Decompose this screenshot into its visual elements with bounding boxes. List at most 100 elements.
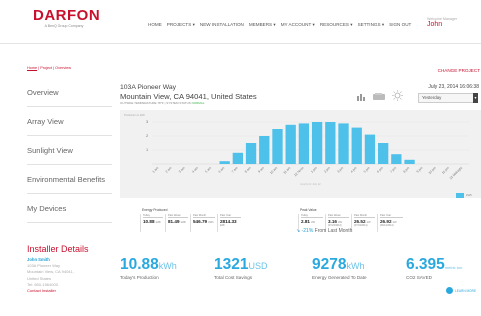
chevron-down-icon[interactable]: ▾ xyxy=(473,93,478,103)
chart-bar xyxy=(219,161,230,164)
energy-today-cell: Today 10.88 kWh xyxy=(140,214,163,232)
stat-unit: kWh xyxy=(346,261,365,271)
installer-title: Installer Details xyxy=(27,244,89,254)
metric-number: 2.81 xyxy=(301,219,310,224)
energy-month-cell: Past Month 546.79 kWh xyxy=(190,214,215,232)
sidebar-item-overview[interactable]: Overview xyxy=(27,78,112,107)
breadcrumb-home[interactable]: Home xyxy=(27,66,37,70)
stat-label: Energy Generated To Date xyxy=(312,275,367,280)
x-tick-label: 11 am xyxy=(282,166,291,175)
x-tick-label: 3 pm xyxy=(336,166,344,174)
logo-wordmark: DARFON xyxy=(33,7,101,24)
stat-number: 9278 xyxy=(312,256,347,273)
trend-arrow-icon: ↘ xyxy=(296,228,301,234)
chart-bar xyxy=(404,159,415,164)
nav-projects[interactable]: PROJECTS ▾ xyxy=(167,22,195,28)
site-address-line1: 103A Pioneer Way xyxy=(120,84,177,91)
current-date: July 23, 2014 16:06:38 xyxy=(428,84,479,90)
metric-caption: Past Year xyxy=(380,214,403,218)
sun-icon[interactable] xyxy=(392,90,403,101)
x-tick-label: 3 am xyxy=(178,166,186,174)
stat-todays-production: 10.88kWh Today's Production xyxy=(120,256,177,280)
metric-caption: Today xyxy=(301,214,323,218)
metric-date: (07/04/2014) xyxy=(354,224,368,227)
metric-number: 10.88 xyxy=(143,219,155,224)
contact-installer-link[interactable]: Contact Installer xyxy=(27,288,117,294)
chart-bar xyxy=(311,122,323,164)
learn-more-button[interactable]: LEARN MORE xyxy=(446,287,476,294)
x-tick-label: 5 am xyxy=(204,166,212,174)
learn-more-label: LEARN MORE xyxy=(455,288,477,293)
metric-value: 2.81 kW xyxy=(301,219,323,224)
metric-caption: Past Month xyxy=(354,214,375,218)
metric-number: 81.49 xyxy=(168,219,180,224)
nav-members[interactable]: MEMBERS ▾ xyxy=(249,22,276,28)
metric-unit: kWh xyxy=(180,221,186,224)
x-tick-label: 8 pm xyxy=(402,166,410,174)
chart-bar xyxy=(338,123,349,164)
nav-my-account[interactable]: MY ACCOUNT ▾ xyxy=(281,22,315,28)
nav-resources[interactable]: RESOURCES ▾ xyxy=(320,22,353,28)
installer-details: Installer Details John Smith 103A Pionee… xyxy=(27,244,117,294)
darfon-logo[interactable]: DARFON A BenQ Group Company xyxy=(33,7,101,29)
chart-bar xyxy=(298,123,310,164)
x-tick-label: 4 pm xyxy=(350,166,358,174)
stat-energy-generated: 9278kWh Energy Generated To Date xyxy=(312,256,367,280)
x-tick-label: 11 pm xyxy=(441,166,450,175)
nav-settings[interactable]: SETTINGS ▾ xyxy=(358,22,385,28)
x-tick-label: 7 am xyxy=(231,166,239,174)
trend-label: From Last Month xyxy=(313,228,353,234)
cloud-sun-icon[interactable] xyxy=(372,92,386,101)
stat-number: 6.395 xyxy=(406,256,445,273)
period-select[interactable]: Yesterday ▾ xyxy=(418,93,478,103)
chart-bar xyxy=(391,154,402,164)
peak-value-title: Peak Value xyxy=(300,208,317,212)
nav-new-installation[interactable]: NEW INSTALLATION xyxy=(200,22,244,28)
status-value: NORMAL xyxy=(191,101,205,105)
top-header: DARFON A BenQ Group Company HOME PROJECT… xyxy=(0,0,481,44)
stat-co2-saved: 6.395metric ton CO2 SAVED xyxy=(406,256,462,280)
bar-chart-icon[interactable] xyxy=(357,93,366,101)
production-chart-panel: Production in kWh 1 2 3 1 am 2 am 3 am 4 am 5 am… xyxy=(120,110,481,198)
y-axis-label: Production in kWh xyxy=(124,113,146,117)
legend-swatch xyxy=(456,193,464,198)
nav-sign-out[interactable]: SIGN OUT xyxy=(389,22,411,28)
logo-tagline: A BenQ Group Company xyxy=(44,24,84,28)
x-tick-label: 7 pm xyxy=(389,166,397,174)
metric-caption: Past Year xyxy=(220,214,241,218)
sidebar-item-array-view[interactable]: Array View xyxy=(27,107,112,136)
legend-label: kWh xyxy=(466,193,472,197)
chart-bar xyxy=(351,127,362,164)
stat-unit: metric ton xyxy=(444,265,463,270)
x-tick-label: 2 pm xyxy=(323,166,331,174)
metric-unit: kWh xyxy=(220,224,225,227)
nav-members-label: MEMBERS xyxy=(248,22,273,27)
sidebar-item-my-devices[interactable]: My Devices xyxy=(27,194,112,223)
chart-bar xyxy=(259,136,270,164)
energy-produced-title: Energy Produced xyxy=(142,208,168,212)
peak-year-cell: Past Year 26.92 kW (06/12/2014) xyxy=(377,214,403,232)
metric-caption: Past Week xyxy=(328,214,349,218)
nav-my-account-label: MY ACCOUNT xyxy=(280,22,312,27)
change-project-link[interactable]: CHANGE PROJECT xyxy=(438,68,480,73)
metric-unit: kWh xyxy=(155,221,161,224)
sidebar-item-sunlight-view[interactable]: Sunlight View xyxy=(27,136,112,165)
user-box[interactable]: Welcome Manager John xyxy=(427,17,457,29)
nav-projects-label: PROJECTS xyxy=(166,22,192,27)
breadcrumb-rest: | Project | Overview xyxy=(37,66,71,70)
metric-value: 10.88 kWh xyxy=(143,219,163,224)
chart-bar xyxy=(364,134,376,164)
system-status: OUTSIDE TEMPERATURE 78°F | SYSTEM STATUS… xyxy=(120,101,204,105)
x-tick-label: 5 pm xyxy=(363,166,371,174)
x-tick-label: 8 am xyxy=(244,166,252,174)
x-tick-label: 12 Noon xyxy=(293,166,305,178)
site-address-line2: Mountain View, CA 94041, United States xyxy=(120,92,257,101)
sidebar-item-environmental-benefits[interactable]: Environmental Benefits xyxy=(27,165,112,194)
metric-value: 546.79 kWh xyxy=(193,219,215,224)
metric-caption: Past Month xyxy=(193,214,215,218)
status-prefix: OUTSIDE TEMPERATURE 78°F | SYSTEM STATUS xyxy=(120,101,192,105)
chart-bar xyxy=(285,124,296,164)
metric-unit: kW xyxy=(311,221,315,224)
nav-home[interactable]: HOME xyxy=(148,22,162,28)
main-nav: HOME PROJECTS ▾ NEW INSTALLATION MEMBERS… xyxy=(148,22,411,28)
